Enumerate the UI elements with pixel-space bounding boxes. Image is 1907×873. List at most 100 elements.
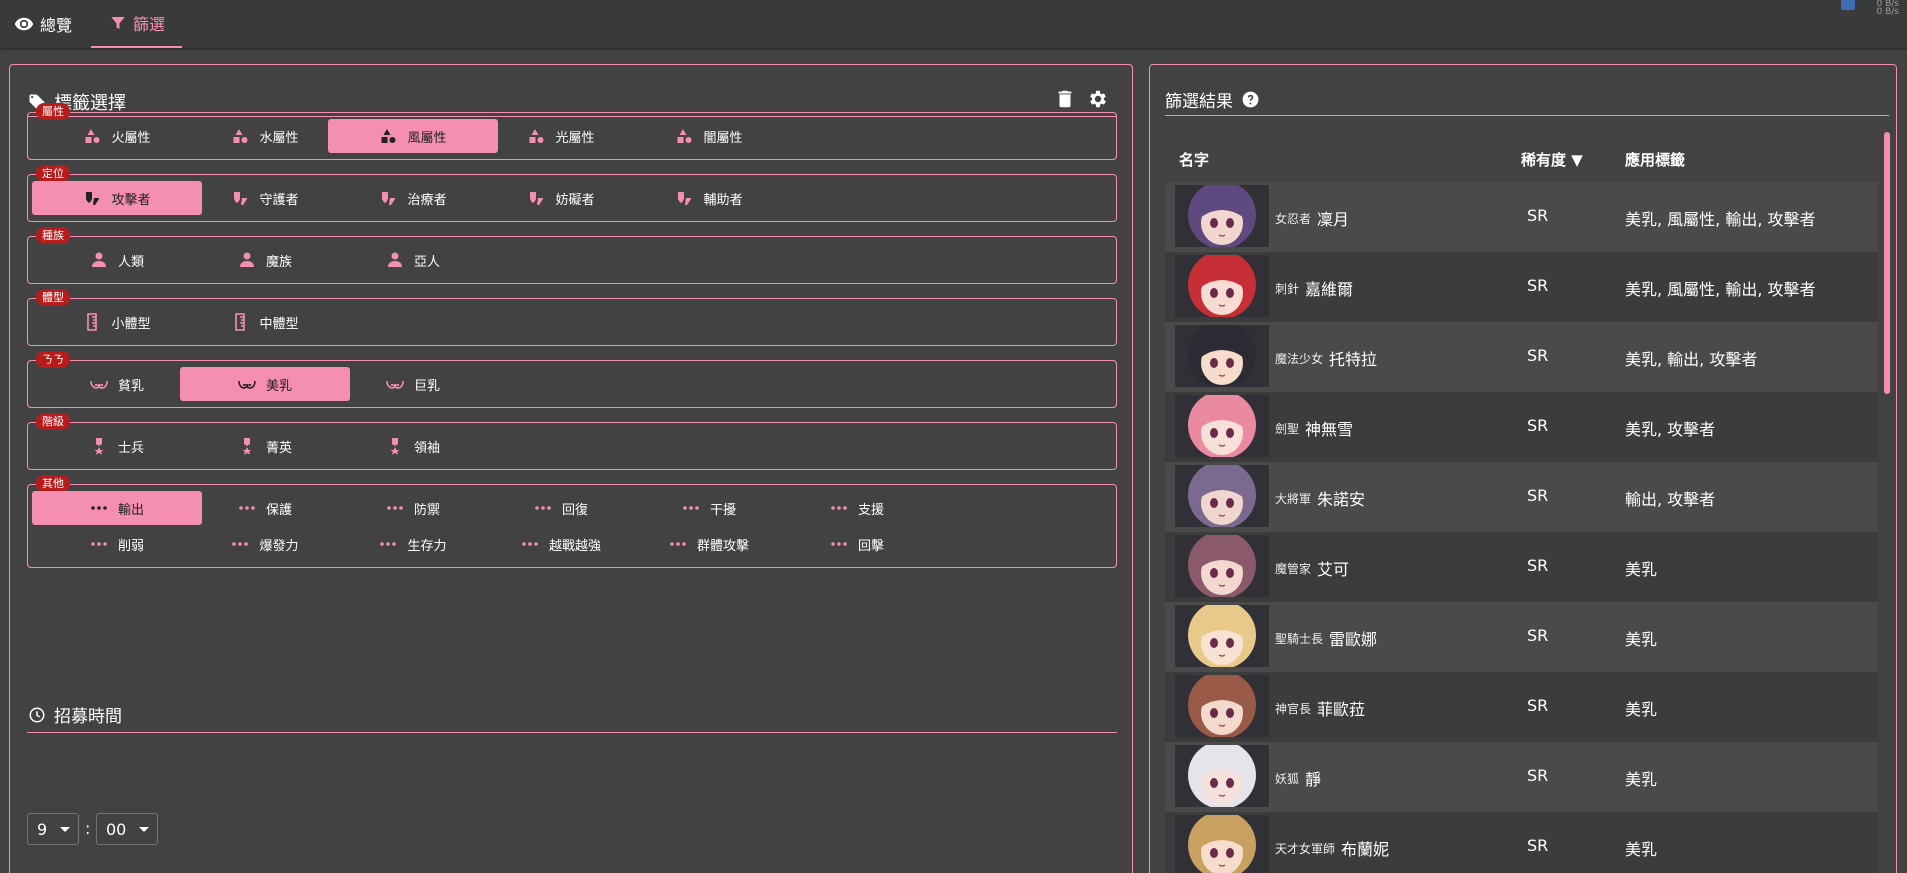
more-dots-icon [91,506,107,510]
tag-chip[interactable]: 回復 [476,491,646,525]
tag-group: 體型 小體型 中體型 [27,289,1117,346]
tag-chip[interactable]: 治療者 [328,181,498,215]
table-row[interactable]: 魔管家 艾可 SR 美乳 [1165,532,1878,602]
avatar [1175,395,1269,457]
tag-chip[interactable]: 輸出 [32,491,202,525]
filter-results-header: 篩選結果 [1165,87,1260,112]
tag-chip[interactable]: 干擾 [624,491,794,525]
tag-group-label: 體型 [36,289,70,306]
character-title: 刺針 [1275,282,1300,296]
minute-select[interactable]: 00 [96,813,158,845]
settings-button[interactable] [1086,87,1110,111]
tag-chip[interactable]: 風屬性 [328,119,498,153]
tag-chip[interactable]: 生存力 [328,527,498,561]
rarity-value: SR [1527,206,1549,225]
rarity-value: SR [1527,416,1549,435]
character-name: 菲歐菈 [1317,700,1366,719]
table-row[interactable]: 妖狐靜 SR 美乳 [1165,742,1878,812]
tag-group-label: ㄋㄋ [36,351,70,368]
tag-chip-label: 士兵 [117,440,144,456]
ruler-icon [235,313,246,331]
tag-chip[interactable]: 支援 [772,491,942,525]
breast-icon [386,380,404,389]
tag-chip-label: 輸出 [117,502,144,518]
tag-chip[interactable]: 妨礙者 [476,181,646,215]
tag-chip[interactable]: 中體型 [180,305,350,339]
table-row[interactable]: 神官長 菲歐菈 SR 美乳 [1165,672,1878,742]
recruit-time-title: 招募時間 [54,707,122,727]
tag-chip-label: 妨礙者 [555,192,595,208]
help-icon[interactable] [1241,90,1260,109]
tag-chip[interactable]: 闇屬性 [624,119,794,153]
tag-chip[interactable]: 越戰越強 [476,527,646,561]
table-row[interactable]: 聖騎士長 雷歐娜 SR 美乳 [1165,602,1878,672]
recruit-time-header: 招募時間 [28,702,122,727]
tag-chip-label: 亞人 [413,254,440,270]
tag-chip[interactable]: 守護者 [180,181,350,215]
table-row[interactable]: 魔法少女 托特拉 SR 美乳, 輸出, 攻擊者 [1165,322,1878,392]
tag-chip[interactable]: 美乳 [180,367,350,401]
avatar [1175,465,1269,527]
sword-shield-icon [678,192,692,205]
tag-chip[interactable]: 貧乳 [32,367,202,401]
tag-chip[interactable]: 火屬性 [32,119,202,153]
avatar [1175,185,1269,247]
avatar [1175,815,1269,873]
table-row[interactable]: 刺針 嘉維爾 SR 美乳, 風屬性, 輸出, 攻擊者 [1165,252,1878,322]
table-row[interactable]: 大將軍 朱諾安 SR 輸出, 攻擊者 [1165,462,1878,532]
avatar [1175,605,1269,667]
tag-chip-label: 削弱 [117,538,144,554]
tab-filter-label: 篩選 [133,15,166,34]
character-name: 朱諾安 [1317,490,1366,509]
table-row[interactable]: 女忍者 凜月 SR 美乳, 風屬性, 輸出, 攻擊者 [1165,182,1878,252]
tag-chip[interactable]: 菁英 [180,429,350,463]
applied-tags: 美乳 [1625,560,1658,579]
tab-filter[interactable]: 篩選 [91,0,183,48]
tag-chip[interactable]: 士兵 [32,429,202,463]
tag-group-label: 其他 [36,475,70,492]
person-icon [91,252,106,267]
tag-chip-label: 光屬性 [555,130,595,146]
table-row[interactable]: 劍聖 神無雪 SR 美乳, 攻擊者 [1165,392,1878,462]
tag-chip-label: 防禦 [413,502,440,518]
tag-chip[interactable]: 亞人 [328,243,498,277]
tag-chip[interactable]: 回擊 [772,527,942,561]
sword-shield-icon [234,192,248,205]
filter-results-panel: 篩選結果 名字 稀有度 ▼ 應用標籤 女忍者 凜月 SR 美乳, 風屬性, 輸出, 攻… [1149,64,1897,873]
delete-button[interactable] [1053,87,1077,111]
chevron-down-icon [139,827,149,832]
tag-chip[interactable]: 水屬性 [180,119,350,153]
results-table-header: 名字 稀有度 ▼ 應用標籤 [1165,137,1878,181]
applied-tags: 美乳, 風屬性, 輸出, 攻擊者 [1625,280,1816,299]
tag-chip[interactable]: 領袖 [328,429,498,463]
tag-chip[interactable]: 光屬性 [476,119,646,153]
tag-chip-label: 美乳 [265,378,292,394]
character-title: 魔法少女 [1275,352,1324,366]
breast-icon [90,380,108,389]
avatar [1175,745,1269,807]
tag-chip[interactable]: 削弱 [32,527,202,561]
rarity-value: SR [1527,696,1549,715]
person-icon [387,252,402,267]
tag-chip[interactable]: 輔助者 [624,181,794,215]
tag-chip-label: 領袖 [413,440,440,456]
tag-chip[interactable]: 防禦 [328,491,498,525]
tab-overview[interactable]: 總覽 [14,0,72,48]
tag-chip[interactable]: 小體型 [32,305,202,339]
tag-chip[interactable]: 群體攻擊 [624,527,794,561]
results-scrollbar[interactable] [1884,132,1890,394]
tag-chip[interactable]: 保護 [180,491,350,525]
tag-chip[interactable]: 攻擊者 [32,181,202,215]
table-row[interactable]: 天才女軍師 布蘭妮 SR 美乳 [1165,812,1878,873]
applied-tags: 美乳 [1625,630,1658,649]
tag-chip-label: 回復 [561,502,588,518]
hour-select[interactable]: 9 [27,813,79,845]
tag-chip[interactable]: 魔族 [180,243,350,277]
shapes-icon [381,129,396,143]
tag-chip-label: 群體攻擊 [696,538,749,554]
tag-chip[interactable]: 爆發力 [180,527,350,561]
tag-chip[interactable]: 巨乳 [328,367,498,401]
column-rarity[interactable]: 稀有度 ▼ [1521,149,1583,170]
character-title: 魔管家 [1275,562,1312,576]
tag-chip[interactable]: 人類 [32,243,202,277]
